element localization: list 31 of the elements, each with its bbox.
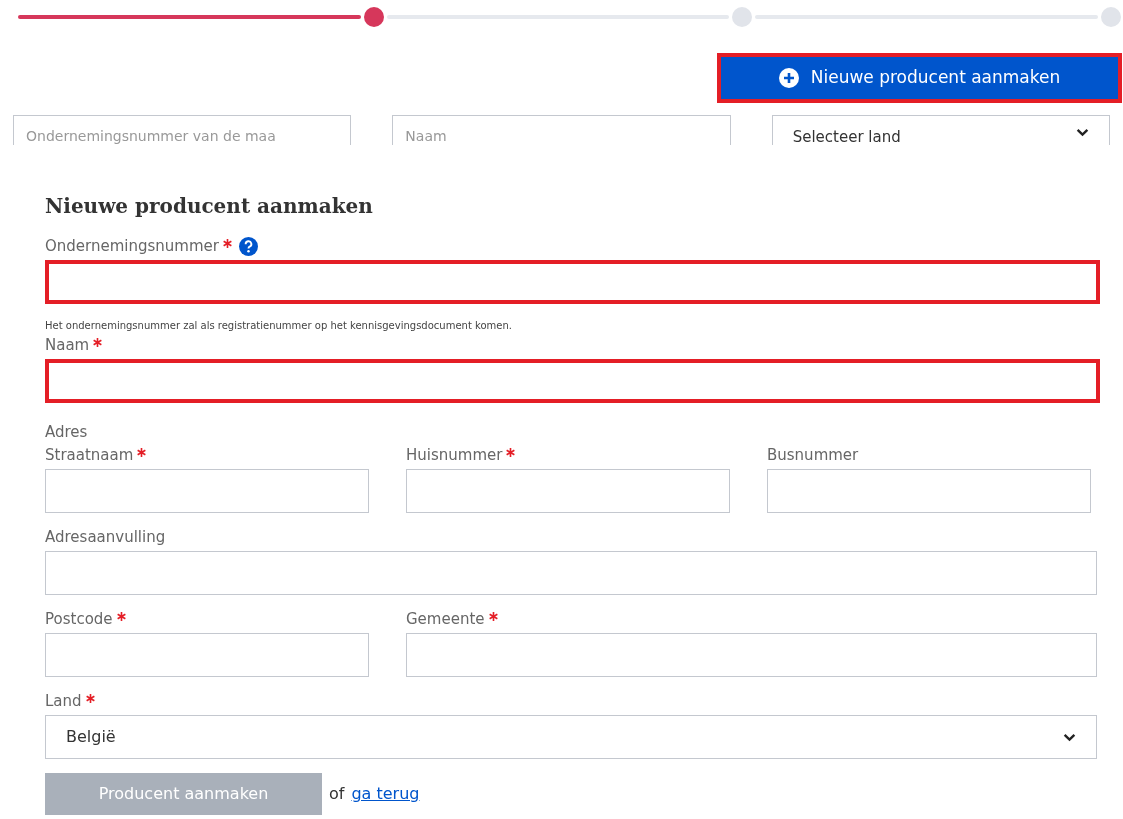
new-producer-button[interactable]: Nieuwe producent aanmaken xyxy=(717,53,1122,103)
input-field[interactable] xyxy=(767,469,1091,513)
field-label: Straatnaam xyxy=(45,444,134,466)
field-label: Busnummer xyxy=(767,444,859,466)
field-label: Huisnummer xyxy=(406,444,503,466)
help-text: Het ondernemingsnummer zal als registratienummer op het kennisgevingsdocument komen. xyxy=(45,319,513,333)
input-field[interactable] xyxy=(406,469,730,513)
field-label: Adresaanvulling xyxy=(45,526,166,548)
field-label: Gemeente xyxy=(406,608,485,630)
help-icon[interactable] xyxy=(238,236,258,256)
field-label: Postcode xyxy=(45,608,113,630)
input-field[interactable] xyxy=(45,260,1100,304)
field-label: Ondernemingsnummer xyxy=(45,235,219,257)
input-field[interactable] xyxy=(45,633,369,677)
input-field[interactable] xyxy=(406,633,1097,677)
input-field[interactable] xyxy=(45,359,1100,403)
filter-field[interactable]: Naam xyxy=(392,115,731,145)
or-text: of xyxy=(329,783,345,805)
country-select[interactable]: Selecteer land xyxy=(771,115,1110,145)
form-title: Nieuwe producent aanmaken xyxy=(45,193,374,220)
input-field[interactable] xyxy=(45,469,369,513)
chevron-down-icon xyxy=(1076,128,1089,137)
field-label: Naam xyxy=(45,334,90,356)
filter-field[interactable]: Ondernemingsnummer van de maa xyxy=(13,115,352,145)
plus-circle-icon xyxy=(778,68,799,88)
input-field[interactable] xyxy=(45,551,1097,595)
country-select[interactable]: België xyxy=(45,715,1097,759)
chevron-down-icon xyxy=(1063,732,1076,742)
field-label: Land xyxy=(45,690,82,712)
back-link[interactable]: ga terug xyxy=(351,782,420,806)
section-label: Adres xyxy=(45,422,89,443)
